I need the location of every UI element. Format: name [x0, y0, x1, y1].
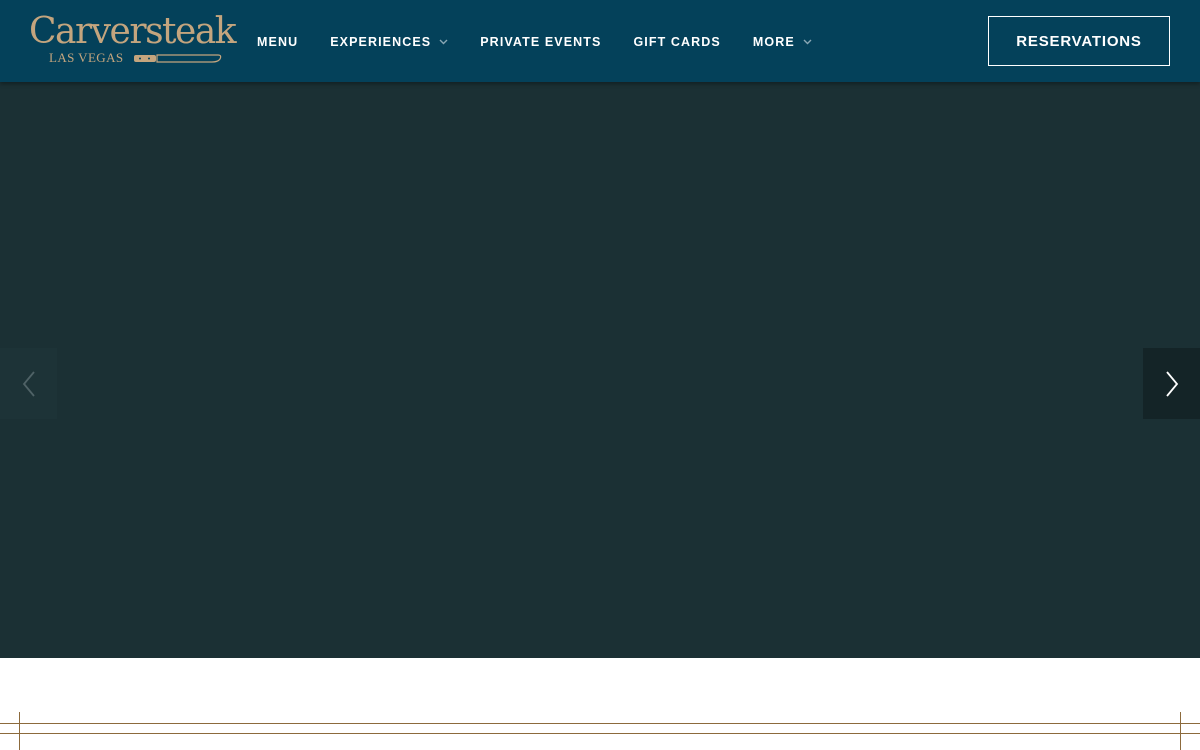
knife-icon [134, 54, 222, 63]
logo-wordmark: Carversteak [29, 11, 237, 52]
site-logo[interactable]: Carversteak LAS VEGAS [29, 12, 237, 68]
frame-line [0, 733, 1200, 734]
nav-item-label: MENU [257, 35, 299, 49]
main-nav: MENU EXPERIENCES PRIVATE EVENTS GIFT CAR… [257, 33, 844, 51]
frame-line [0, 723, 1200, 724]
hero-slider [0, 82, 1200, 658]
nav-item-label: MORE [752, 35, 795, 49]
nav-item-gift-cards[interactable]: GIFT CARDS [633, 35, 720, 49]
slider-prev-button[interactable] [0, 348, 57, 419]
nav-item-label: PRIVATE EVENTS [480, 35, 602, 49]
nav-item-menu[interactable]: MENU [257, 35, 298, 49]
reservations-button[interactable]: RESERVATIONS [988, 16, 1170, 66]
chevron-down-icon [439, 39, 448, 45]
nav-item-private-events[interactable]: PRIVATE EVENTS [480, 35, 601, 49]
nav-item-label: GIFT CARDS [633, 35, 721, 49]
chevron-right-icon [1165, 370, 1178, 397]
nav-item-experiences[interactable]: EXPERIENCES [330, 35, 448, 49]
site-header: Carversteak LAS VEGAS MENU EXPERIENCES P… [0, 0, 1200, 82]
chevron-down-icon [803, 39, 812, 45]
decorative-frame [0, 658, 1200, 750]
nav-item-label: EXPERIENCES [330, 35, 432, 49]
slider-next-button[interactable] [1143, 348, 1200, 419]
frame-line [1180, 712, 1181, 750]
logo-location: LAS VEGAS [49, 50, 124, 65]
chevron-left-icon [22, 370, 35, 397]
nav-item-more[interactable]: MORE [753, 35, 812, 49]
frame-line [19, 712, 20, 750]
